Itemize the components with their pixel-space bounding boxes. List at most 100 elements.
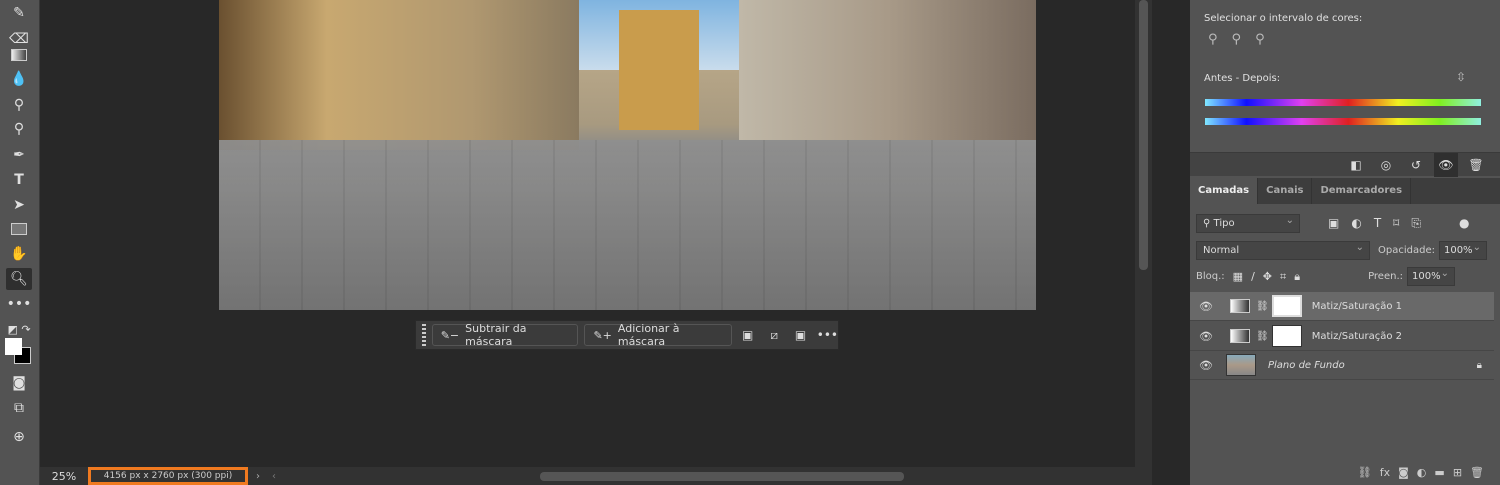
status-bar: 25% 4156 px x 2760 px (300 ppi) › ‹ [40,467,1152,485]
color-range-label: Selecionar o intervalo de cores: [1204,13,1363,24]
layer-mask-thumbnail[interactable] [1271,295,1302,317]
tab-demarcadores[interactable]: Demarcadores [1312,178,1412,204]
foreground-color-swatch[interactable] [5,338,22,355]
properties-footer: ◧ ◎ ↺ 👁︎ 🗑︎ [1190,152,1500,177]
contextual-task-bar: ✎− Subtrair da máscara ✎+ Adicionar à másc… [415,320,839,350]
layer-mask-thumbnail[interactable] [1271,325,1302,347]
swap-colors-icon[interactable]: ◩ ↷ [6,318,32,340]
lock-icon: 🔒︎ [1476,359,1482,371]
subtract-from-mask-button[interactable]: ✎− Subtrair da máscara [431,322,579,348]
hand-icon[interactable]: ✋ [6,243,32,265]
dodge-icon[interactable]: ⚲ [6,94,32,116]
hue-saturation-icon [1230,299,1250,313]
blur-icon[interactable]: 💧 [6,68,32,90]
eyedropper-icon[interactable]: ⚲ [1208,32,1232,47]
rectangle-icon[interactable] [6,218,32,240]
filter-type-icon[interactable]: T [1374,216,1381,231]
delete-layer-icon[interactable]: 🗑︎ [1470,466,1484,479]
horizontal-scrollbar[interactable] [540,472,904,481]
properties-panel: Selecionar o intervalo de cores: ⚲⚲⚲ Ant… [1190,0,1490,152]
link-icon[interactable]: ⛓ [1256,301,1269,312]
lock-pixels-icon[interactable]: / [1251,270,1263,283]
layer-row[interactable]: 👁︎ ⛓ Matiz/Saturação 1 [1190,292,1494,321]
layer-name: Matiz/Saturação 2 [1311,330,1403,342]
filter-shape-icon[interactable]: ⌑ [1393,216,1399,231]
lock-all-icon[interactable]: 🔒︎ [1294,270,1308,283]
lock-artboard-icon[interactable]: ⌗ [1280,270,1294,283]
view-previous-icon[interactable]: ◎ [1374,158,1398,172]
gradient-icon[interactable] [6,44,32,66]
link-layers-icon[interactable]: ⛓ [1358,466,1372,479]
opacity-label: Opacidade: [1378,245,1435,256]
brush-icon[interactable]: ✎ [6,2,32,24]
brush-minus-icon: ✎− [440,328,460,342]
before-spectrum [1205,99,1481,106]
visibility-icon[interactable]: 👁︎ [1434,152,1458,177]
tools-panel: ✎ ⌫ 💧 ⚲ ⚲ ✒ T ➤ ✋ 🔍︎ ••• ◩ ↷ ◙ ⧉ ⊕ [0,0,40,485]
disable-mask-icon[interactable]: ⧄ [764,328,784,343]
eyedropper-minus-icon[interactable]: ⚲ [1255,32,1279,47]
eye-icon[interactable]: 👁︎ [1190,300,1222,313]
group-icon[interactable]: ▬ [1434,466,1444,479]
tab-canais[interactable]: Canais [1258,178,1313,204]
pen-icon[interactable]: ✒ [6,144,32,166]
zoom-icon[interactable]: 🔍︎ [6,268,32,290]
filter-toggle[interactable]: ● [1459,216,1469,231]
before-after-label: Antes - Depois: [1204,73,1281,84]
lock-position-icon[interactable]: ✥ [1263,270,1280,283]
type-icon[interactable]: T [6,169,32,191]
fx-icon[interactable]: fx [1380,466,1390,479]
filter-pixel-icon[interactable]: ▣ [1328,216,1339,231]
layer-row[interactable]: 👁︎ Plano de Fundo 🔒︎ [1190,351,1494,380]
hue-saturation-icon [1230,329,1250,343]
screen-mode-icon[interactable]: ⧉ [6,397,32,419]
clip-to-layer-icon[interactable]: ◧ [1344,158,1368,172]
right-panels: Selecionar o intervalo de cores: ⚲⚲⚲ Ant… [1190,0,1500,485]
generative-icon[interactable]: ⊕ [6,426,32,448]
fill-label: Preen.: [1368,271,1403,282]
link-icon[interactable]: ⛓ [1256,331,1269,342]
filter-adjustment-icon[interactable]: ◐ [1351,216,1361,231]
drag-handle[interactable] [422,324,426,346]
document-image [219,0,1036,310]
search-icon: ⚲ [1203,218,1214,229]
more-tools-icon[interactable]: ••• [6,293,32,315]
vertical-scrollbar[interactable] [1135,0,1152,467]
new-layer-icon[interactable]: ⊞ [1453,466,1462,479]
reset-icon[interactable]: ↺ [1404,158,1428,172]
brush-plus-icon: ✎+ [593,328,612,342]
adjustment-layer-icon[interactable]: ◐ [1417,466,1427,479]
more-options-button[interactable]: ••• [817,328,838,342]
quick-mask-icon[interactable]: ◙ [6,372,32,394]
eye-icon[interactable]: 👁︎ [1190,359,1222,372]
layer-row[interactable]: 👁︎ ⛓ Matiz/Saturação 2 [1190,322,1494,351]
path-select-icon[interactable]: ➤ [6,194,32,216]
zoom-level[interactable]: 25% [40,470,88,483]
fill-input[interactable]: 100% [1407,265,1455,286]
burn-icon[interactable]: ⚲ [6,118,32,140]
blend-mode-select[interactable]: Normal [1196,239,1370,260]
document-canvas[interactable]: ✎− Subtrair da máscara ✎+ Adicionar à másc… [40,0,1135,467]
layer-filter-select[interactable]: ⚲ Tipo [1196,212,1300,233]
eye-icon[interactable]: 👁︎ [1190,330,1222,343]
document-info[interactable]: 4156 px x 2760 px (300 ppi) [88,467,248,485]
status-expand-arrow[interactable]: › [256,471,260,482]
eyedropper-tools[interactable]: ⚲⚲⚲ [1208,32,1279,47]
view-mask-icon[interactable]: ▣ [790,328,810,342]
after-spectrum [1205,118,1481,125]
delete-icon[interactable]: 🗑︎ [1464,158,1488,172]
layer-name: Plano de Fundo [1268,359,1345,371]
filter-smart-icon[interactable]: ⎘ [1411,216,1421,231]
lock-transparency-icon[interactable]: ▦ [1233,270,1251,283]
add-mask-icon[interactable]: ◙ [1398,466,1409,479]
eyedropper-plus-icon[interactable]: ⚲ [1232,32,1256,47]
mask-settings-icon[interactable]: ▣ [738,328,758,342]
add-to-mask-button[interactable]: ✎+ Adicionar à máscara [584,322,732,348]
hue-slider-icon[interactable]: ⇳ [1456,70,1466,84]
layers-tabs: Camadas Canais Demarcadores [1190,178,1500,204]
layers-footer: ⛓ fx ◙ ◐ ▬ ⊞ 🗑︎ [1190,460,1500,485]
tab-camadas[interactable]: Camadas [1190,178,1259,204]
scroll-left-arrow[interactable]: ‹ [272,471,276,482]
opacity-input[interactable]: 100% [1438,239,1487,260]
lock-label: Bloq.: [1196,271,1225,282]
